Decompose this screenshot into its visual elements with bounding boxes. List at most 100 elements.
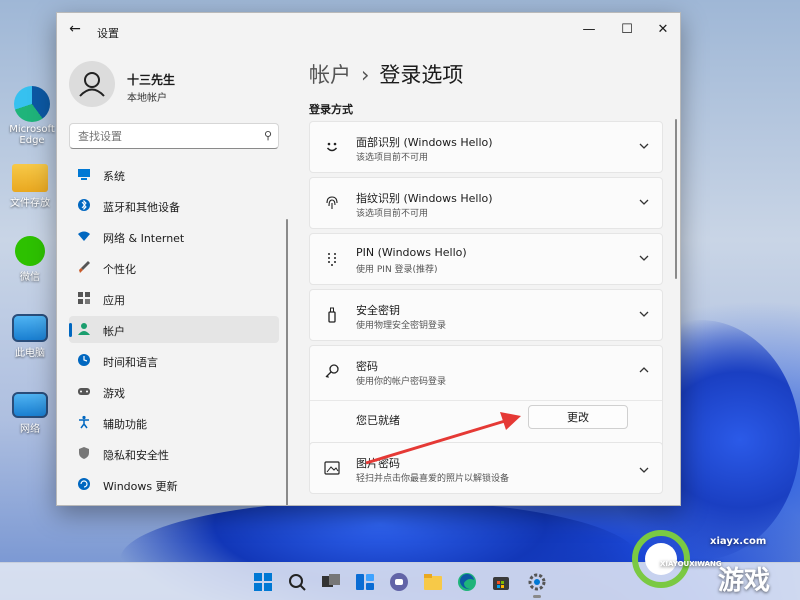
widgets-icon[interactable] — [354, 571, 376, 593]
key-icon — [324, 363, 340, 379]
brush-icon — [77, 260, 91, 274]
chevron-up-icon[interactable] — [638, 364, 650, 379]
chevron-down-icon[interactable] — [638, 308, 650, 323]
monitor-icon — [12, 314, 48, 342]
accessibility-icon — [77, 415, 91, 429]
desktop-icon-wechat[interactable]: 微信 — [0, 236, 60, 283]
file-explorer-icon[interactable] — [422, 571, 444, 593]
sidebar-item-bluetooth[interactable]: 蓝牙和其他设备 — [69, 192, 279, 219]
store-icon[interactable] — [490, 571, 512, 593]
search-icon[interactable] — [286, 571, 308, 593]
network-icon — [12, 392, 48, 418]
settings-icon[interactable] — [526, 571, 548, 593]
sidebar-item-personalization[interactable]: 个性化 — [69, 254, 279, 281]
teams-chat-icon[interactable] — [388, 571, 410, 593]
desktop-icon-label: Microsoft Edge — [9, 124, 55, 146]
close-button[interactable]: ✕ — [651, 19, 675, 41]
person-icon — [77, 322, 91, 336]
desktop-icon-network[interactable]: 网络 — [0, 392, 60, 435]
chevron-down-icon[interactable] — [638, 252, 650, 267]
sidebar-item-label: 蓝牙和其他设备 — [103, 201, 180, 214]
sidebar-item-gaming[interactable]: 游戏 — [69, 378, 279, 405]
user-name: 十三先生 — [127, 73, 176, 87]
watermark-small: XIAYOUXIWANG — [660, 560, 722, 568]
sidebar-scrollbar[interactable] — [286, 219, 288, 505]
chevron-down-icon[interactable] — [638, 140, 650, 155]
breadcrumb: 帐户 › 登录选项 — [309, 59, 463, 89]
watermark-logo-icon — [632, 530, 690, 588]
gamepad-icon — [77, 384, 91, 398]
fingerprint-icon — [324, 195, 340, 211]
breadcrumb-parent[interactable]: 帐户 — [309, 63, 351, 87]
avatar — [69, 61, 115, 107]
sidebar-item-system[interactable]: 系统 — [69, 161, 279, 188]
option-subtitle: 该选项目前不可用 — [356, 153, 429, 163]
maximize-button[interactable]: ☐ — [615, 19, 639, 41]
keypad-icon — [324, 251, 340, 267]
option-pin[interactable]: PIN (Windows Hello) 使用 PIN 登录(推荐) — [309, 233, 663, 285]
task-view-icon[interactable] — [320, 571, 342, 593]
account-type: 本地帐户 — [127, 93, 167, 104]
desktop-icon-label: 微信 — [20, 272, 40, 283]
option-fingerprint[interactable]: 指纹识别 (Windows Hello) 该选项目前不可用 — [309, 177, 663, 229]
sidebar-item-time-language[interactable]: 时间和语言 — [69, 347, 279, 374]
divider — [310, 400, 662, 401]
globe-clock-icon — [77, 353, 91, 367]
search-icon[interactable]: ⚲ — [264, 129, 272, 142]
breadcrumb-separator: › — [361, 63, 370, 87]
sidebar-item-privacy[interactable]: 隐私和安全性 — [69, 440, 279, 467]
usb-key-icon — [324, 307, 340, 323]
wechat-icon — [15, 236, 45, 266]
sidebar-item-network[interactable]: 网络 & Internet — [69, 223, 279, 250]
section-title: 登录方式 — [309, 103, 353, 116]
back-arrow-icon[interactable]: ← — [65, 21, 85, 37]
sidebar-item-label: 应用 — [103, 294, 125, 307]
search-box[interactable]: ⚲ — [69, 123, 279, 149]
sidebar-item-windows-update[interactable]: Windows 更新 — [69, 471, 279, 498]
wifi-icon — [77, 229, 91, 243]
folder-icon — [12, 164, 48, 192]
picture-icon — [324, 460, 340, 476]
option-title: PIN (Windows Hello) — [356, 246, 467, 259]
sidebar-item-label: 系统 — [103, 170, 125, 183]
option-title: 安全密钥 — [356, 304, 400, 317]
search-input[interactable] — [70, 124, 250, 148]
monitor-icon — [77, 167, 91, 181]
smile-icon — [324, 139, 340, 155]
sidebar-item-accounts[interactable]: 帐户 — [69, 316, 279, 343]
option-subtitle: 使用物理安全密钥登录 — [356, 321, 447, 331]
option-picture-password[interactable]: 图片密码 轻扫并点击你最喜爱的照片以解锁设备 — [309, 442, 663, 494]
option-face-recognition[interactable]: 面部识别 (Windows Hello) 该选项目前不可用 — [309, 121, 663, 173]
watermark-site: xiayx.com — [710, 536, 767, 547]
password-status-label: 您已就绪 — [356, 414, 400, 427]
shield-icon — [77, 446, 91, 460]
minimize-button[interactable]: — — [577, 19, 601, 41]
sidebar-item-accessibility[interactable]: 辅助功能 — [69, 409, 279, 436]
desktop-icon-label: 网络 — [20, 424, 40, 435]
chevron-down-icon[interactable] — [638, 196, 650, 211]
edge-icon[interactable] — [456, 571, 478, 593]
sign-in-options-list: 面部识别 (Windows Hello) 该选项目前不可用 指纹识别 (Wind… — [309, 121, 663, 497]
desktop-icon-edge[interactable]: Microsoft Edge — [2, 86, 62, 146]
desktop-icon-this-pc[interactable]: 此电脑 — [0, 314, 60, 359]
user-profile[interactable]: 十三先生 本地帐户 — [69, 61, 279, 111]
option-title: 密码 — [356, 360, 378, 373]
title-bar: ← 设置 — ☐ ✕ — [57, 13, 680, 49]
windows-start-icon[interactable] — [252, 571, 274, 593]
person-icon — [79, 72, 105, 97]
apps-icon — [77, 291, 91, 305]
settings-window: ← 设置 — ☐ ✕ 十三先生 本地帐户 ⚲ 系统 — [56, 12, 681, 506]
sidebar-item-label: 网络 & Internet — [103, 232, 185, 245]
sidebar-item-label: 时间和语言 — [103, 356, 158, 369]
change-password-button[interactable]: 更改 — [528, 405, 628, 429]
chevron-down-icon[interactable] — [638, 461, 650, 480]
main-scrollbar[interactable] — [675, 119, 677, 279]
sidebar: 十三先生 本地帐户 ⚲ 系统 蓝牙和其他设备 网络 & Internet 个性化 — [57, 49, 288, 505]
desktop-icon-folder[interactable]: 文件存放 — [0, 160, 60, 209]
sidebar-item-apps[interactable]: 应用 — [69, 285, 279, 312]
main-content: 帐户 › 登录选项 登录方式 面部识别 (Windows Hello) 该选项目前不… — [309, 49, 679, 505]
sidebar-item-label: 帐户 — [103, 325, 125, 338]
sidebar-item-label: 辅助功能 — [103, 418, 147, 431]
option-security-key[interactable]: 安全密钥 使用物理安全密钥登录 — [309, 289, 663, 341]
desktop-icon-label: 文件存放 — [10, 198, 50, 209]
